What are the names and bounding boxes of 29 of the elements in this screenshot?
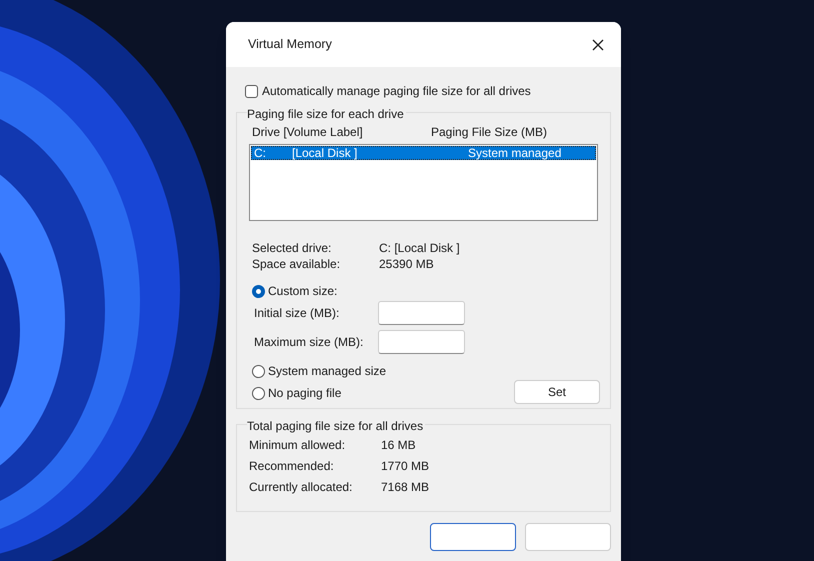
dialog-button[interactable] <box>430 523 516 551</box>
close-icon <box>592 38 604 50</box>
checkbox[interactable] <box>245 84 258 98</box>
total-value: 1770 MB <box>381 458 430 474</box>
column-header: Paging File Size (MB) <box>431 124 548 141</box>
info-label: Selected drive: <box>252 240 332 257</box>
checkbox-label: Automatically manage paging file size for all drives <box>262 83 531 100</box>
input-field[interactable] <box>378 301 465 325</box>
field-label: Maximum size (MB): <box>254 334 364 351</box>
total-label: Recommended: <box>249 458 335 474</box>
info-label: Space available: <box>252 256 342 273</box>
info-value: C: [Local Disk ] <box>379 240 460 257</box>
field-label: Initial size (MB): <box>254 305 340 322</box>
radio-button[interactable] <box>252 364 265 378</box>
window-title: Virtual Memory <box>248 36 332 54</box>
radio-button[interactable] <box>252 386 265 400</box>
radio-label: System managed size <box>268 363 386 380</box>
total-value: 7168 MB <box>381 478 430 496</box>
total-label: Currently allocated: <box>249 478 354 496</box>
list-row[interactable]: C: [Local Disk ] System managed <box>251 146 596 160</box>
radio-label: Custom size: <box>268 283 338 300</box>
radio-button[interactable] <box>252 284 265 298</box>
info-value: 25390 MB <box>379 256 434 273</box>
set-button[interactable]: Set <box>514 380 600 404</box>
total-label: Minimum allowed: <box>249 436 346 454</box>
input-field[interactable] <box>378 330 465 354</box>
total-value: 16 MB <box>381 436 416 454</box>
column-header: Drive [Volume Label] <box>252 124 364 141</box>
radio-label: No paging file <box>268 385 342 402</box>
